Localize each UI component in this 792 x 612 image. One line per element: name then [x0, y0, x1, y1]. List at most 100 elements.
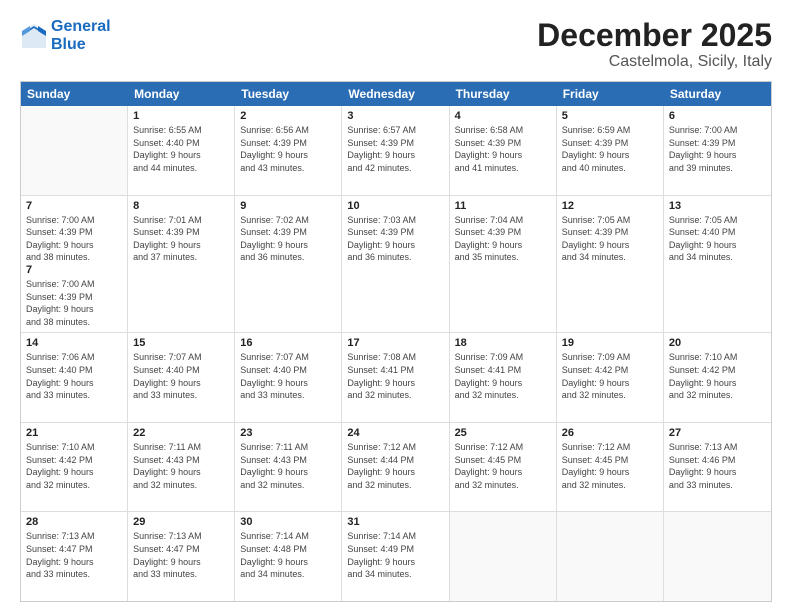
cell-info: Sunrise: 7:01 AM Sunset: 4:39 PM Dayligh… [133, 214, 229, 264]
header: General Blue December 2025 Castelmola, S… [20, 18, 772, 71]
day-number: 7 [26, 264, 122, 276]
cell-info: Sunrise: 7:05 AM Sunset: 4:40 PM Dayligh… [669, 214, 766, 264]
calendar-body: 1 Sunrise: 6:55 AM Sunset: 4:40 PM Daylig… [21, 106, 771, 601]
calendar-cell: 11 Sunrise: 7:04 AM Sunset: 4:39 PM Dayli… [450, 196, 557, 333]
cell-info: Sunrise: 7:07 AM Sunset: 4:40 PM Dayligh… [240, 351, 336, 401]
header-tuesday: Tuesday [235, 82, 342, 106]
day-number: 4 [455, 110, 551, 122]
calendar-cell: 29Sunrise: 7:13 AM Sunset: 4:47 PM Dayli… [128, 512, 235, 601]
calendar-cell: 1 Sunrise: 6:55 AM Sunset: 4:40 PM Daylig… [128, 106, 235, 195]
cell-info: Sunrise: 7:06 AM Sunset: 4:40 PM Dayligh… [26, 351, 122, 401]
calendar-cell: 6 Sunrise: 7:00 AM Sunset: 4:39 PM Daylig… [664, 106, 771, 195]
cell-info: Sunrise: 7:14 AM Sunset: 4:48 PM Dayligh… [240, 530, 336, 580]
day-number: 9 [240, 200, 336, 212]
day-number: 7 [26, 200, 122, 212]
calendar-cell: 9 Sunrise: 7:02 AM Sunset: 4:39 PM Daylig… [235, 196, 342, 333]
calendar-cell: 21 Sunrise: 7:10 AM Sunset: 4:42 PM Dayli… [21, 423, 128, 512]
day-number: 28 [26, 516, 122, 528]
cell-info: Sunrise: 7:05 AM Sunset: 4:39 PM Dayligh… [562, 214, 658, 264]
calendar-cell: 13 Sunrise: 7:05 AM Sunset: 4:40 PM Dayli… [664, 196, 771, 333]
day-number: 10 [347, 200, 443, 212]
day-number: 21 [26, 427, 122, 439]
day-number: 31 [347, 516, 443, 528]
header-friday: Friday [557, 82, 664, 106]
month-title: December 2025 [537, 18, 772, 53]
calendar-row-2: 7Sunrise: 7:00 AM Sunset: 4:39 PM Daylig… [21, 196, 771, 334]
cell-info: Sunrise: 7:13 AM Sunset: 4:46 PM Dayligh… [669, 441, 766, 491]
day-number: 23 [240, 427, 336, 439]
logo-icon [20, 22, 48, 50]
calendar-cell: 25 Sunrise: 7:12 AM Sunset: 4:45 PM Dayli… [450, 423, 557, 512]
cell-info: Sunrise: 7:00 AM Sunset: 4:39 PM Dayligh… [26, 278, 122, 328]
day-number: 30 [240, 516, 336, 528]
day-number: 25 [455, 427, 551, 439]
calendar-row-1: 1 Sunrise: 6:55 AM Sunset: 4:40 PM Daylig… [21, 106, 771, 196]
cell-info: Sunrise: 7:07 AM Sunset: 4:40 PM Dayligh… [133, 351, 229, 401]
calendar-cell: 4 Sunrise: 6:58 AM Sunset: 4:39 PM Daylig… [450, 106, 557, 195]
calendar-cell: 30 Sunrise: 7:14 AM Sunset: 4:48 PM Dayli… [235, 512, 342, 601]
day-number: 2 [240, 110, 336, 122]
cell-info: Sunrise: 7:10 AM Sunset: 4:42 PM Dayligh… [669, 351, 766, 401]
calendar-cell: 27 Sunrise: 7:13 AM Sunset: 4:46 PM Dayli… [664, 423, 771, 512]
cell-info: Sunrise: 7:12 AM Sunset: 4:44 PM Dayligh… [347, 441, 443, 491]
cell-info: Sunrise: 7:13 AM Sunset: 4:47 PM Dayligh… [133, 530, 229, 580]
calendar-cell: 14 Sunrise: 7:06 AM Sunset: 4:40 PM Dayli… [21, 333, 128, 422]
cell-info: Sunrise: 7:03 AM Sunset: 4:39 PM Dayligh… [347, 214, 443, 264]
calendar-cell: 8Sunrise: 7:01 AM Sunset: 4:39 PM Daylig… [128, 196, 235, 333]
location: Castelmola, Sicily, Italy [537, 53, 772, 71]
day-number: 24 [347, 427, 443, 439]
cell-info: Sunrise: 7:00 AM Sunset: 4:39 PM Dayligh… [26, 214, 122, 264]
calendar-cell: 20 Sunrise: 7:10 AM Sunset: 4:42 PM Dayli… [664, 333, 771, 422]
cell-info: Sunrise: 7:02 AM Sunset: 4:39 PM Dayligh… [240, 214, 336, 264]
day-number: 15 [133, 337, 229, 349]
header-saturday: Saturday [664, 82, 771, 106]
day-number: 12 [562, 200, 658, 212]
cell-info: Sunrise: 6:58 AM Sunset: 4:39 PM Dayligh… [455, 124, 551, 174]
calendar-header: Sunday Monday Tuesday Wednesday Thursday… [21, 82, 771, 106]
cell-info: Sunrise: 7:12 AM Sunset: 4:45 PM Dayligh… [562, 441, 658, 491]
cell-info: Sunrise: 7:10 AM Sunset: 4:42 PM Dayligh… [26, 441, 122, 491]
calendar-row-5: 28 Sunrise: 7:13 AM Sunset: 4:47 PM Dayli… [21, 512, 771, 601]
cell-info: Sunrise: 6:55 AM Sunset: 4:40 PM Dayligh… [133, 124, 229, 174]
calendar: Sunday Monday Tuesday Wednesday Thursday… [20, 81, 772, 602]
day-number: 14 [26, 337, 122, 349]
cell-info: Sunrise: 7:08 AM Sunset: 4:41 PM Dayligh… [347, 351, 443, 401]
cell-info: Sunrise: 7:13 AM Sunset: 4:47 PM Dayligh… [26, 530, 122, 580]
calendar-cell: 19 Sunrise: 7:09 AM Sunset: 4:42 PM Dayli… [557, 333, 664, 422]
cell-info: Sunrise: 7:12 AM Sunset: 4:45 PM Dayligh… [455, 441, 551, 491]
day-number: 19 [562, 337, 658, 349]
calendar-row-3: 14 Sunrise: 7:06 AM Sunset: 4:40 PM Dayli… [21, 333, 771, 423]
cell-info: Sunrise: 7:04 AM Sunset: 4:39 PM Dayligh… [455, 214, 551, 264]
calendar-cell: 12 Sunrise: 7:05 AM Sunset: 4:39 PM Dayli… [557, 196, 664, 333]
cell-info: Sunrise: 6:56 AM Sunset: 4:39 PM Dayligh… [240, 124, 336, 174]
day-number: 20 [669, 337, 766, 349]
cell-info: Sunrise: 6:59 AM Sunset: 4:39 PM Dayligh… [562, 124, 658, 174]
cell-info: Sunrise: 7:11 AM Sunset: 4:43 PM Dayligh… [240, 441, 336, 491]
calendar-cell: 17 Sunrise: 7:08 AM Sunset: 4:41 PM Dayli… [342, 333, 449, 422]
day-number: 13 [669, 200, 766, 212]
calendar-cell [557, 512, 664, 601]
calendar-cell: 22Sunrise: 7:11 AM Sunset: 4:43 PM Dayli… [128, 423, 235, 512]
header-monday: Monday [128, 82, 235, 106]
calendar-cell: 16Sunrise: 7:07 AM Sunset: 4:40 PM Dayli… [235, 333, 342, 422]
title-block: December 2025 Castelmola, Sicily, Italy [537, 18, 772, 71]
logo-text: General Blue [51, 18, 111, 54]
day-number: 1 [133, 110, 229, 122]
day-number: 22 [133, 427, 229, 439]
cell-info: Sunrise: 7:00 AM Sunset: 4:39 PM Dayligh… [669, 124, 766, 174]
day-number: 17 [347, 337, 443, 349]
calendar-cell [450, 512, 557, 601]
day-number: 5 [562, 110, 658, 122]
cell-info: Sunrise: 7:14 AM Sunset: 4:49 PM Dayligh… [347, 530, 443, 580]
calendar-row-4: 21 Sunrise: 7:10 AM Sunset: 4:42 PM Dayli… [21, 423, 771, 513]
page: General Blue December 2025 Castelmola, S… [0, 0, 792, 612]
day-number: 6 [669, 110, 766, 122]
header-thursday: Thursday [450, 82, 557, 106]
day-number: 27 [669, 427, 766, 439]
cell-info: Sunrise: 7:09 AM Sunset: 4:42 PM Dayligh… [562, 351, 658, 401]
logo: General Blue [20, 18, 111, 54]
cell-info: Sunrise: 7:09 AM Sunset: 4:41 PM Dayligh… [455, 351, 551, 401]
day-number: 3 [347, 110, 443, 122]
calendar-cell: 15 Sunrise: 7:07 AM Sunset: 4:40 PM Dayli… [128, 333, 235, 422]
day-number: 11 [455, 200, 551, 212]
